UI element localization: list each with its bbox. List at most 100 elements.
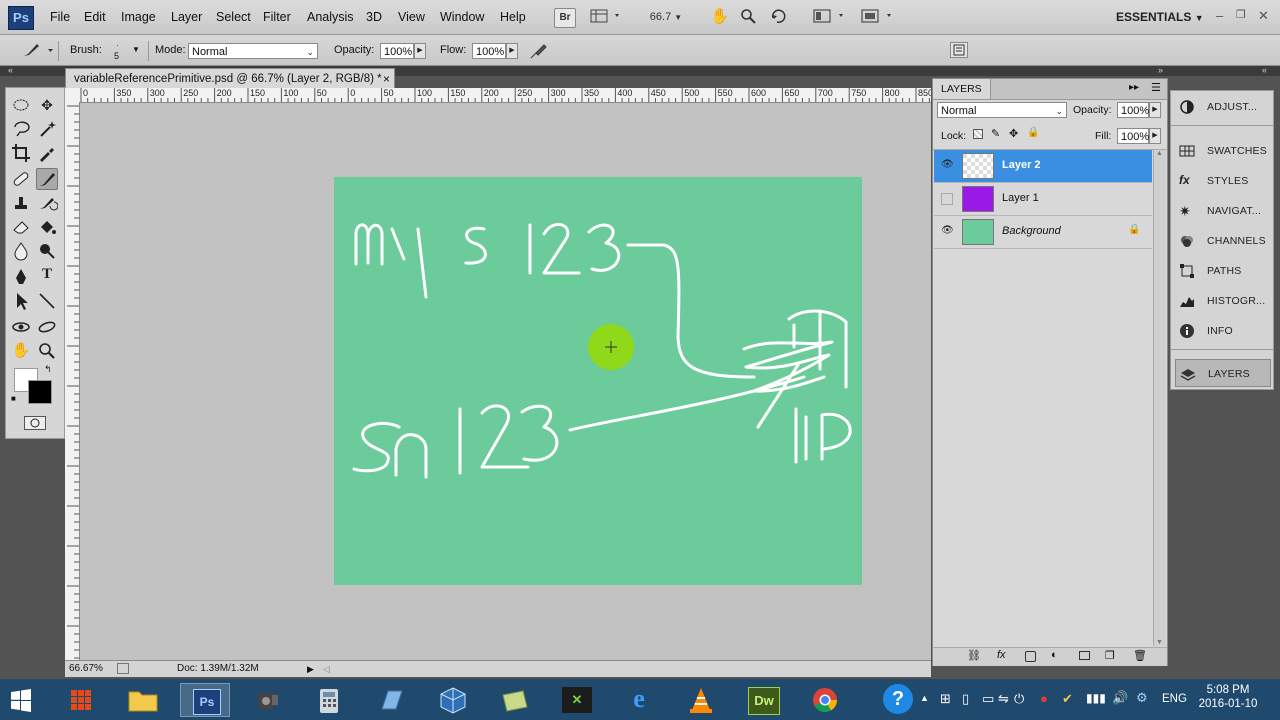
hand-tool-icon[interactable]: ✋ [710, 8, 730, 26]
healing-brush-tool-icon[interactable] [10, 168, 32, 190]
delete-layer-icon[interactable]: 🗑 [1133, 649, 1147, 662]
history-brush-tool-icon[interactable] [36, 192, 59, 214]
clone-stamp-tool-icon[interactable] [10, 192, 32, 214]
flow-slider-button[interactable]: ▶ [506, 43, 518, 59]
3d-rotate-tool-icon[interactable] [10, 316, 32, 338]
layer-name[interactable]: Layer 2 [1002, 159, 1041, 171]
tray-expand-icon[interactable]: ▲ [920, 693, 929, 703]
magic-wand-tool-icon[interactable] [36, 118, 58, 140]
taskbar-calculator[interactable] [304, 683, 354, 717]
tray-battery-icon[interactable]: ▯ [962, 691, 969, 707]
taskbar-app-grid[interactable] [56, 683, 106, 717]
brush-tool-icon[interactable] [36, 168, 58, 190]
dock-info[interactable]: INFO [1175, 317, 1271, 345]
blur-tool-icon[interactable] [10, 240, 32, 262]
menu-file[interactable]: File [50, 10, 70, 24]
eraser-tool-icon[interactable] [10, 216, 32, 238]
clock[interactable]: 5:08 PM 2016-01-10 [1198, 684, 1258, 710]
mode-select[interactable]: Normal ⌄ [188, 43, 318, 59]
eyedropper-tool-icon[interactable] [36, 142, 58, 164]
layer-opacity-slider-button[interactable]: ▶ [1149, 102, 1161, 118]
menu-view[interactable]: View [398, 10, 425, 24]
add-mask-icon[interactable] [1025, 651, 1036, 662]
dock-layers[interactable]: LAYERS [1175, 359, 1271, 387]
zoom-level-dropdown[interactable]: 66.7 ▼ [642, 8, 690, 26]
quick-mask-button[interactable] [24, 416, 46, 430]
layer-name[interactable]: Background [1002, 225, 1061, 237]
zoom-status[interactable]: 66.67% [69, 661, 103, 677]
menu-edit[interactable]: Edit [84, 10, 106, 24]
tray-windows-icon[interactable]: ⊞ [940, 691, 951, 707]
layer-row-background[interactable]: 👁 Background 🔒 [934, 216, 1152, 249]
rotate-view-icon[interactable] [768, 8, 788, 26]
help-icon[interactable]: ? [883, 684, 913, 714]
view-extras-button[interactable] [588, 8, 624, 26]
layer-name[interactable]: Layer 1 [1002, 192, 1039, 204]
layers-scrollbar[interactable]: ▲ ▼ [1153, 150, 1166, 646]
move-tool-icon[interactable]: ✥ [36, 94, 58, 116]
scroll-down-icon[interactable]: ▼ [1156, 639, 1163, 646]
taskbar-camtasia[interactable]: ✕ [552, 683, 602, 717]
swap-colors-icon[interactable]: ↰ [44, 364, 52, 375]
start-button[interactable] [8, 687, 34, 713]
tray-power-icon[interactable]: ⏻ [1014, 691, 1024, 707]
minimize-icon[interactable]: – [1216, 8, 1223, 23]
screen-mode-button[interactable] [858, 8, 898, 26]
canvas[interactable] [334, 177, 862, 585]
3d-orbit-tool-icon[interactable] [36, 316, 58, 338]
menu-analysis[interactable]: Analysis [307, 10, 354, 24]
fill-input[interactable]: 100% [1117, 128, 1149, 144]
document-tab[interactable]: variableReferencePrimitive.psd @ 66.7% (… [65, 68, 395, 88]
fill-slider-button[interactable]: ▶ [1149, 128, 1161, 144]
menu-3d[interactable]: 3D [366, 10, 382, 24]
lock-pixels-icon[interactable]: ✎ [991, 127, 1000, 140]
link-layers-icon[interactable]: ⛓ [967, 649, 981, 662]
collapse-icon[interactable]: « [8, 65, 13, 75]
tray-settings-icon[interactable]: ⚙ [1136, 690, 1148, 706]
menu-layer[interactable]: Layer [171, 10, 202, 24]
arrange-documents-button[interactable] [810, 8, 850, 26]
blend-mode-select[interactable]: Normal ⌄ [937, 102, 1067, 118]
background-color-swatch[interactable] [28, 380, 52, 404]
visibility-toggle[interactable] [941, 193, 953, 205]
brush-picker[interactable]: · 5 ▼ [108, 39, 142, 61]
tray-network-icon[interactable]: ▮▮▮ [1086, 691, 1106, 705]
airbrush-toggle[interactable] [528, 41, 548, 61]
taskbar-file-explorer[interactable] [118, 683, 168, 717]
line-tool-icon[interactable] [36, 290, 58, 312]
menu-image[interactable]: Image [121, 10, 156, 24]
lock-all-icon[interactable]: 🔒 [1027, 127, 1039, 138]
zoom-tool-icon[interactable] [738, 8, 758, 26]
dock-adjustments[interactable]: ADJUST... [1175, 93, 1271, 121]
tray-monitor-icon[interactable]: ▭ [982, 691, 994, 707]
dock-histogram[interactable]: HISTOGR... [1175, 287, 1271, 315]
panel-menu-icon[interactable]: ☰ [1151, 81, 1161, 94]
layer-row-layer-2[interactable]: 👁 Layer 2 [934, 150, 1152, 183]
tray-record-icon[interactable]: ● [1040, 691, 1048, 706]
layers-tab[interactable]: LAYERS [933, 79, 991, 99]
tray-security-icon[interactable]: ✔ [1062, 691, 1073, 707]
visibility-eye-icon[interactable]: 👁 [941, 159, 954, 171]
taskbar-chrome[interactable] [800, 683, 850, 717]
status-arrow-icon[interactable]: ▶ [307, 661, 314, 677]
lock-position-icon[interactable]: ✥ [1009, 127, 1018, 140]
marquee-tool-icon[interactable] [10, 94, 32, 116]
dock-swatches[interactable]: SWATCHES [1175, 137, 1271, 165]
menu-filter[interactable]: Filter [263, 10, 291, 24]
lock-transparent-icon[interactable] [973, 129, 983, 139]
taskbar-notepad[interactable] [366, 683, 416, 717]
default-colors-icon[interactable]: ■ [11, 394, 16, 403]
scroll-left-icon[interactable]: ◁ [323, 661, 330, 677]
workspace-switcher[interactable]: ESSENTIALS ▼ [1116, 10, 1204, 24]
adjustment-layer-icon[interactable]: ◐ [1051, 649, 1058, 661]
layer-row-layer-1[interactable]: Layer 1 [934, 183, 1152, 216]
taskbar-vlc[interactable] [676, 683, 726, 717]
tray-sync-icon[interactable]: ⇋ [998, 691, 1009, 707]
dock-styles[interactable]: fx STYLES [1175, 167, 1271, 195]
dock-navigator[interactable]: ✷ NAVIGAT... [1175, 197, 1271, 225]
menu-window[interactable]: Window [440, 10, 484, 24]
tray-volume-icon[interactable]: 🔊 [1112, 690, 1128, 706]
hand-tool-icon[interactable]: ✋ [10, 340, 32, 362]
visibility-eye-icon[interactable]: 👁 [941, 225, 954, 237]
opacity-slider-button[interactable]: ▶ [414, 43, 426, 59]
